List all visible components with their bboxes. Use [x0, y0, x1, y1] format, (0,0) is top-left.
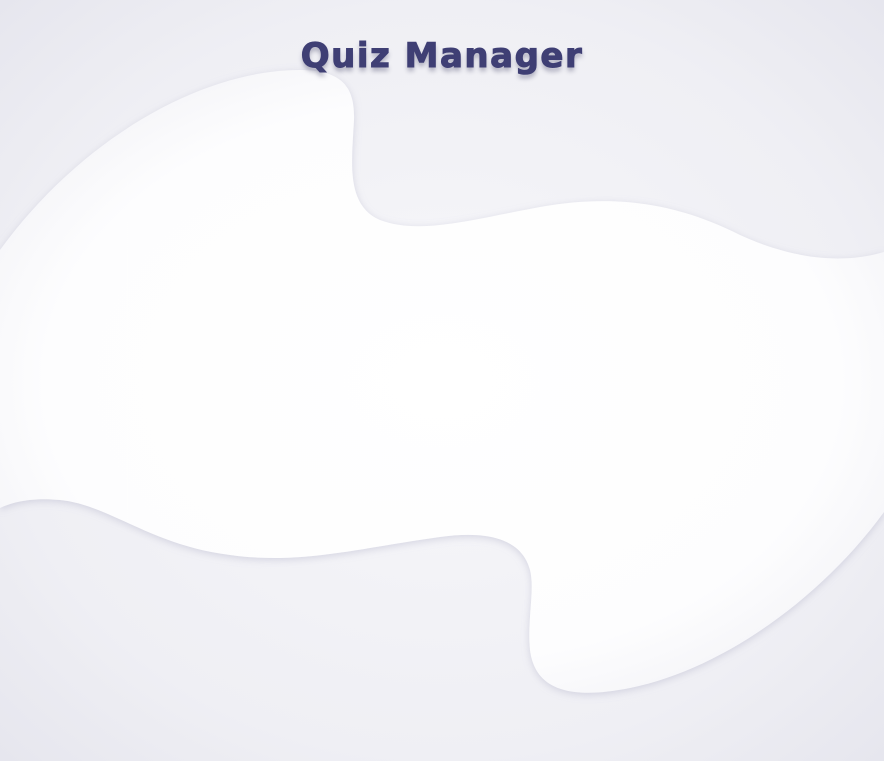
background-wave-shape — [0, 70, 884, 693]
page-title: Quiz Manager — [300, 36, 584, 77]
